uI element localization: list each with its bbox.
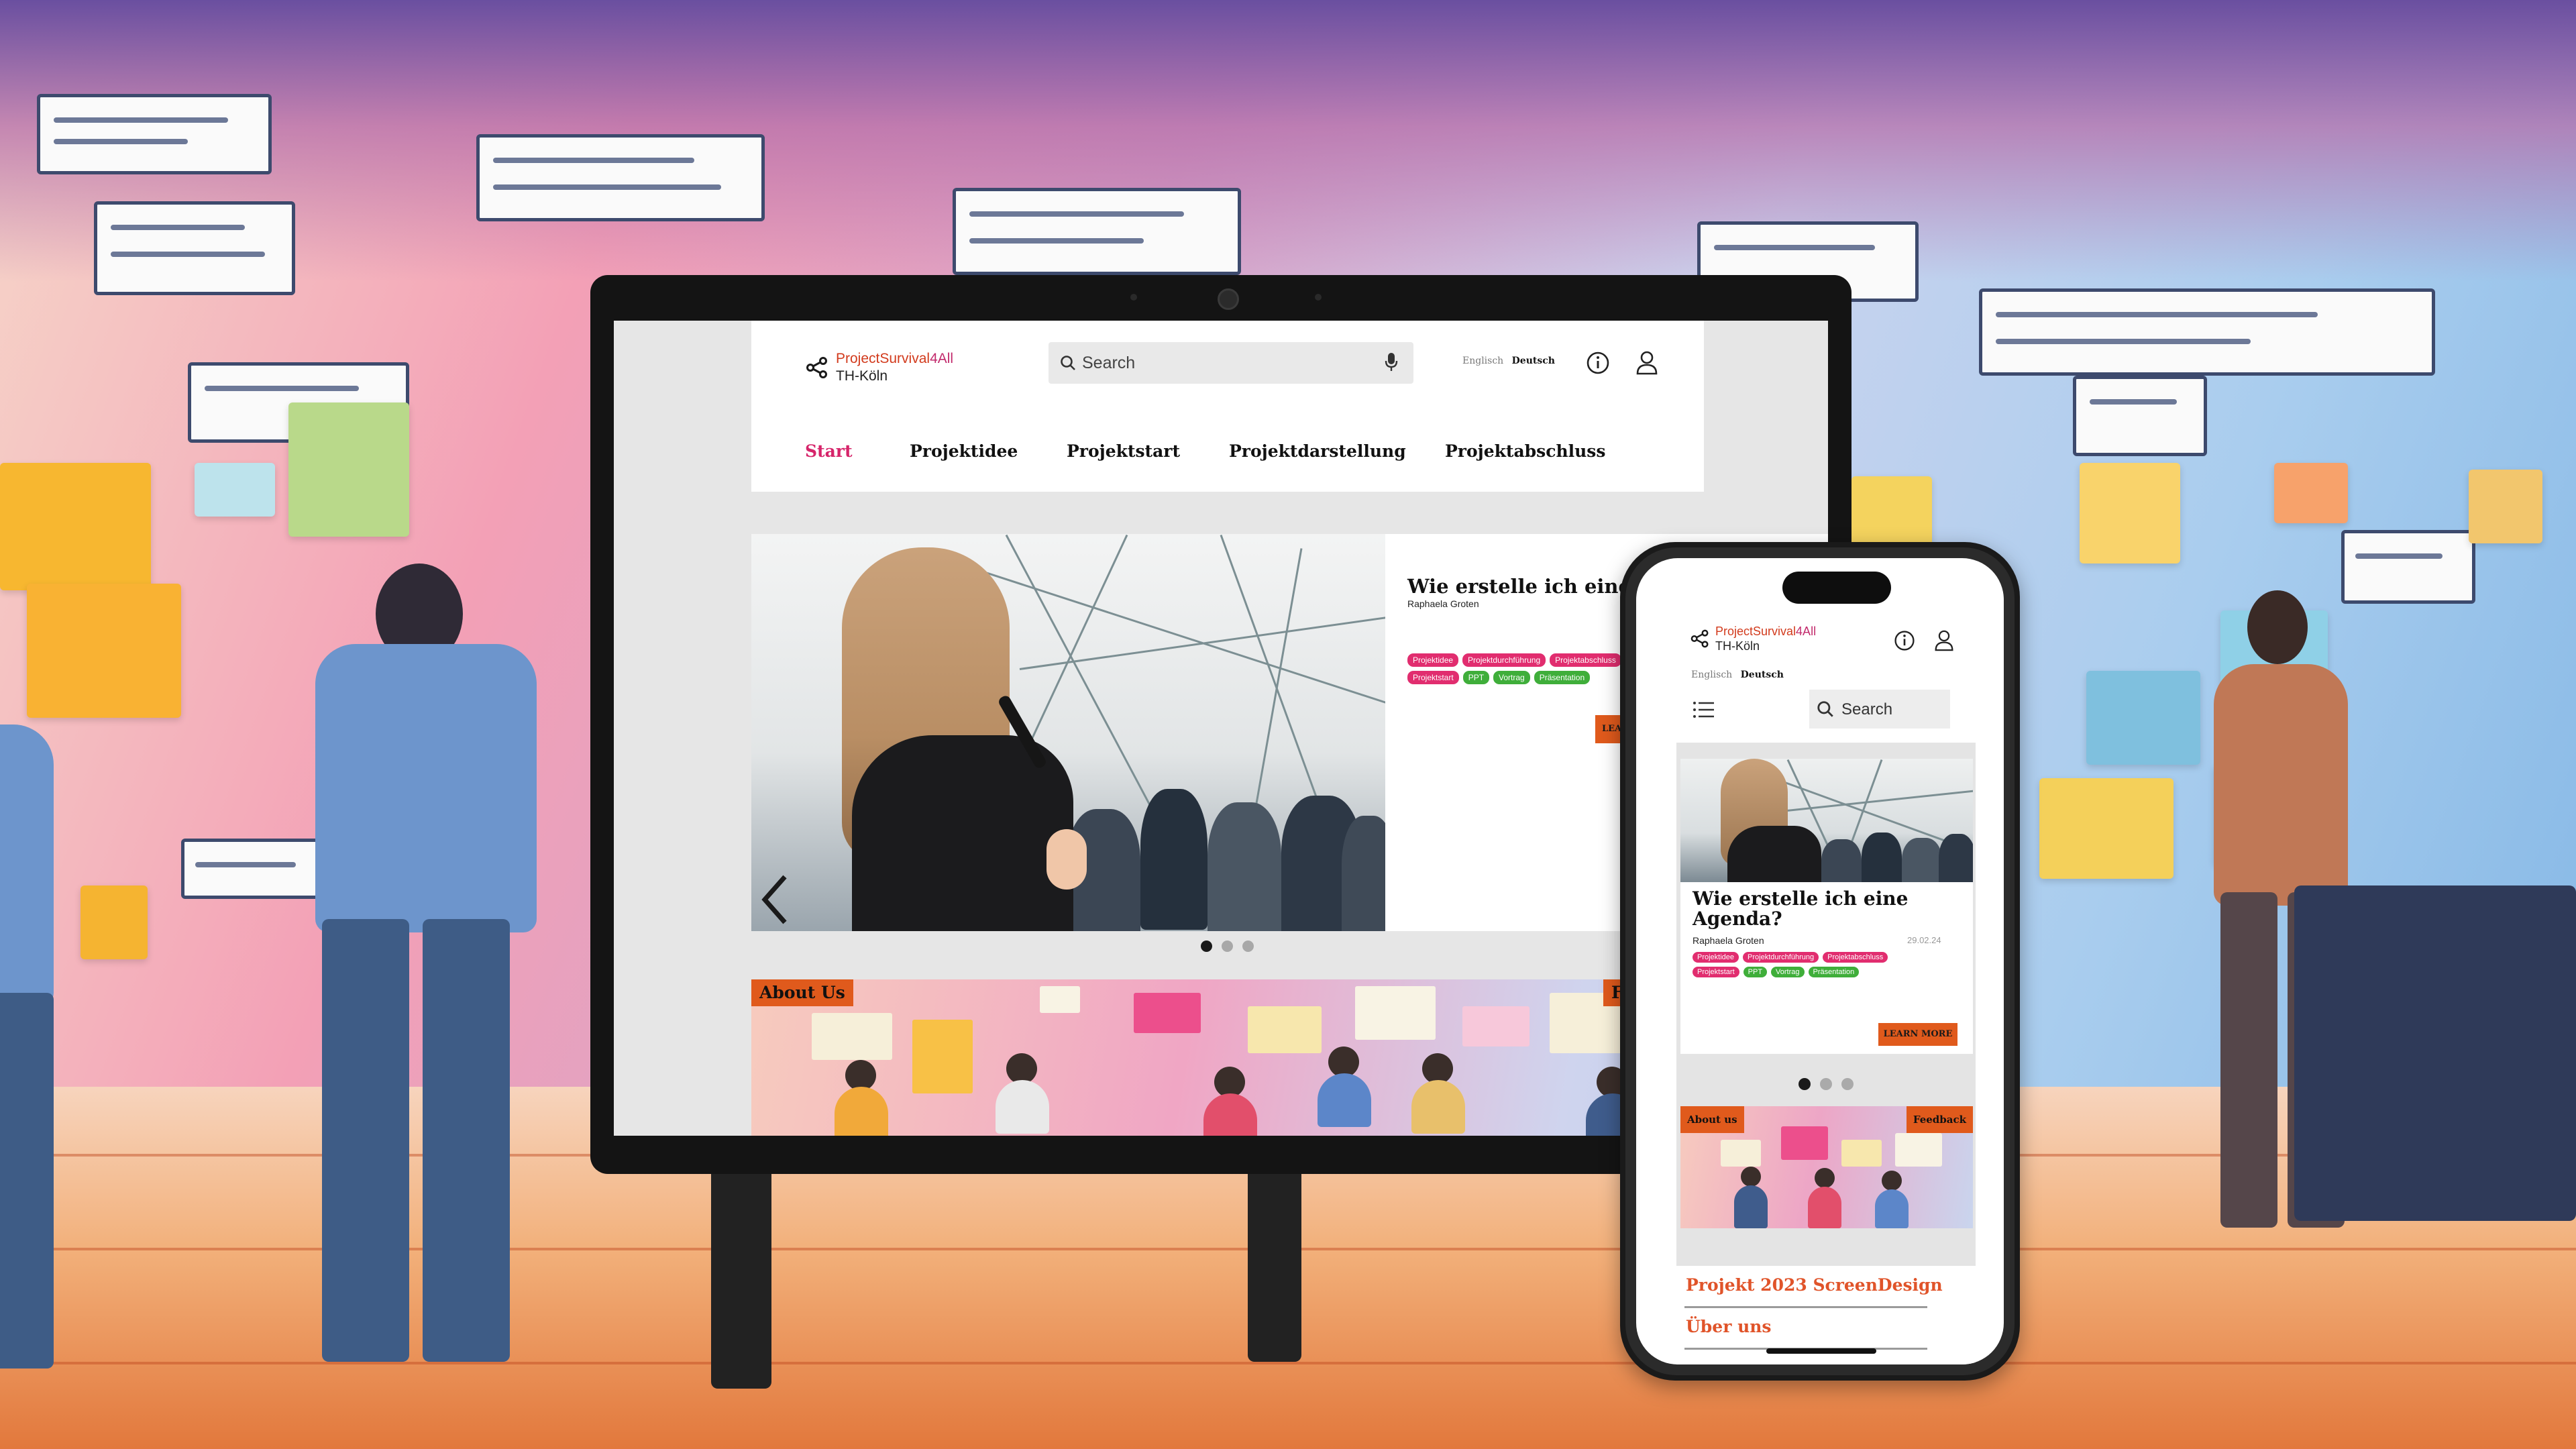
info-icon[interactable] [1893,629,1916,652]
search-input[interactable]: Search [1049,342,1413,384]
tag-projektabschluss[interactable]: Projektabschluss [1823,952,1888,963]
mobile-hero-image [1680,759,1973,882]
mobile-hero-author: Raphaela Groten [1693,935,1764,946]
user-icon[interactable] [1635,350,1658,376]
logo-title: ProjectSurvival4All [1715,625,1817,638]
tag-projektidee[interactable]: Projektidee [1693,952,1739,963]
tag-vortrag[interactable]: Vortrag [1493,671,1530,684]
main-navigation: Start Projektidee Projektstart Projektda… [805,441,1677,468]
search-icon [1061,356,1075,370]
mobile-about-banner[interactable]: About us Feedback [1680,1106,1973,1228]
language-switcher: Englisch Deutsch [1462,356,1555,366]
tag-vortrag[interactable]: Vortrag [1771,967,1805,977]
tag-praesentation[interactable]: Präsentation [1534,671,1591,684]
carousel-dot[interactable] [1820,1078,1832,1090]
monitor-sensor [1315,294,1322,301]
search-placeholder: Search [1841,700,1893,718]
carousel-dot[interactable] [1841,1078,1854,1090]
language-english[interactable]: Englisch [1462,356,1503,366]
nav-item-projektabschluss[interactable]: Projektabschluss [1445,441,1605,461]
tag-projektidee[interactable]: Projektidee [1407,653,1459,667]
nav-item-projektidee[interactable]: Projektidee [910,441,1018,461]
search-placeholder: Search [1082,354,1136,372]
tag-ppt[interactable]: PPT [1462,671,1490,684]
about-us-label[interactable]: About us [1680,1106,1744,1133]
site-logo[interactable]: ProjectSurvival4All TH-Köln [805,350,953,385]
carousel-dot[interactable] [1242,941,1254,952]
share-icon [1690,629,1709,648]
mobile-search-input[interactable]: Search [1809,690,1950,729]
language-german[interactable]: Deutsch [1741,669,1784,680]
mobile-hero-tags: Projektidee Projektdurchführung Projekta… [1693,952,1974,981]
site-header: ProjectSurvival4All TH-Köln Search Engli… [751,321,1704,492]
chevron-left-icon[interactable] [758,873,792,926]
mobile-hero-date: 29.02.24 [1907,935,1941,945]
dynamic-island [1782,572,1891,604]
mobile-content: Wie erstelle ich eine Agenda? Raphaela G… [1676,743,1976,1364]
logo-subtitle: TH-Köln [1715,639,1760,653]
carousel-dots [1799,1078,1854,1090]
hero-image [751,534,1385,931]
microphone-icon[interactable] [1384,352,1399,373]
home-indicator[interactable] [1766,1348,1876,1354]
tag-ppt[interactable]: PPT [1743,967,1768,977]
monitor-camera [1218,288,1239,310]
link-ueber-uns[interactable]: Über uns [1686,1317,1772,1336]
mobile-hero-title[interactable]: Wie erstelle ich eine Agenda? [1693,889,1968,929]
info-icon[interactable] [1585,350,1611,376]
carousel-dot[interactable] [1201,941,1212,952]
carousel-dot[interactable] [1799,1078,1811,1090]
tag-projektstart[interactable]: Projektstart [1693,967,1739,977]
language-english[interactable]: Englisch [1691,669,1732,680]
mobile-hero-card: Wie erstelle ich eine Agenda? Raphaela G… [1680,759,1973,1054]
share-icon [806,357,827,378]
language-german[interactable]: Deutsch [1512,356,1555,366]
language-switcher: Englisch Deutsch [1691,669,1784,680]
monitor-sensor [1130,294,1137,301]
mobile-screen: ProjectSurvival4All TH-Köln Englisch Deu… [1636,558,2004,1364]
tag-projektabschluss[interactable]: Projektabschluss [1550,653,1621,667]
learn-more-button[interactable]: LEARN MORE [1878,1023,1957,1046]
user-icon[interactable] [1934,629,1954,652]
logo-title: ProjectSurvival4All [836,351,954,366]
carousel-dot[interactable] [1222,941,1233,952]
divider [1684,1306,1927,1308]
nav-item-projektstart[interactable]: Projektstart [1067,441,1180,461]
mobile-phone: ProjectSurvival4All TH-Köln Englisch Deu… [1620,542,2020,1381]
list-menu-icon[interactable] [1693,700,1715,719]
tag-projektstart[interactable]: Projektstart [1407,671,1459,684]
link-projekt-2023[interactable]: Projekt 2023 ScreenDesign [1686,1275,1943,1295]
tag-projektdurchfuehrung[interactable]: Projektdurchführung [1462,653,1546,667]
search-icon [1817,701,1833,717]
logo-subtitle: TH-Köln [836,368,888,384]
tag-projektdurchfuehrung[interactable]: Projektdurchführung [1743,952,1819,963]
mobile-site-logo[interactable]: ProjectSurvival4All TH-Köln [1690,624,1816,653]
feedback-label[interactable]: Feedback [1906,1106,1973,1133]
nav-item-projektdarstellung[interactable]: Projektdarstellung [1229,441,1406,461]
nav-item-start[interactable]: Start [805,441,853,461]
about-us-label[interactable]: About Us [751,979,853,1006]
carousel-dots [1201,941,1254,952]
tag-praesentation[interactable]: Präsentation [1808,967,1860,977]
